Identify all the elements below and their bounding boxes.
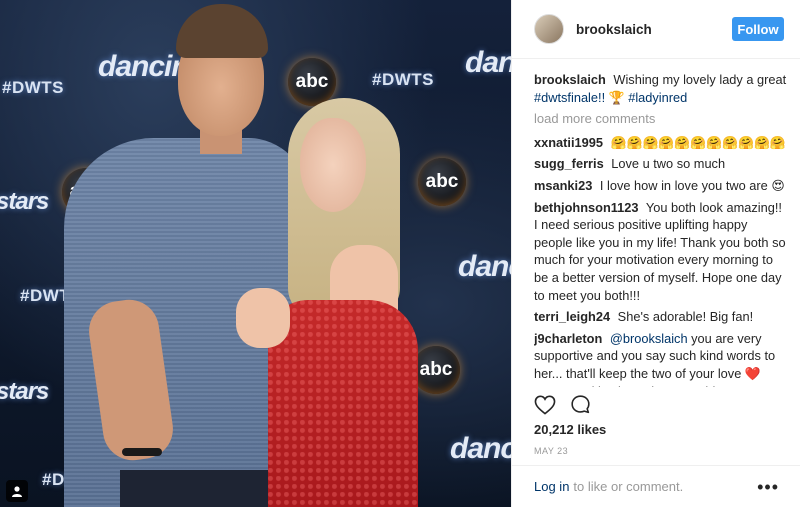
post-photo[interactable]: #DWTS #DWTS #DWTS #DWTS dancing dancing … <box>0 0 511 507</box>
backdrop-logo-text: dancing <box>450 432 511 465</box>
abc-logo: abc <box>412 346 460 394</box>
comment-item: msanki23 I love how in love you two are … <box>534 177 788 195</box>
comment-icon[interactable] <box>570 394 591 420</box>
comment-username[interactable]: bethjohnson1123 <box>534 200 639 215</box>
caption: brookslaich Wishing my lovely lady a gre… <box>534 71 788 106</box>
login-prompt-text: to like or comment. <box>573 479 684 494</box>
post-header: brookslaich Follow <box>512 0 800 59</box>
comment-text: She's adorable! Big fan! <box>617 309 754 325</box>
comment-username[interactable]: msanki23 <box>534 178 592 193</box>
abc-logo: abc <box>418 158 466 206</box>
comment-item: terri_leigh24 She's adorable! Big fan! <box>534 308 788 326</box>
login-link[interactable]: Log in <box>534 479 569 494</box>
header-username[interactable]: brookslaich <box>576 22 732 37</box>
more-options-icon[interactable]: ••• <box>757 478 779 496</box>
post-side-panel: brookslaich Follow brookslaich Wishing m… <box>511 0 800 507</box>
comment-username[interactable]: xxnatii1995 <box>534 135 603 150</box>
backdrop-hashtag: #DWTS <box>2 78 64 97</box>
comment-text: You both look amazing!! I need serious p… <box>534 199 786 303</box>
caption-text: Wishing my lovely lady a great <box>613 72 787 87</box>
backdrop-logo-text: stars <box>0 188 49 215</box>
hashtag-link[interactable]: #ladyinred <box>628 90 687 105</box>
comment-username[interactable]: terri_leigh24 <box>534 309 610 324</box>
trophy-emoji: 🏆 <box>608 89 625 105</box>
caption-username[interactable]: brookslaich <box>534 72 606 87</box>
hashtag-link[interactable]: #dwtsfinale!! <box>534 90 605 105</box>
comment-item: j9charleton @brookslaich you are very su… <box>534 330 788 387</box>
backdrop-logo-text: stars <box>0 378 49 405</box>
comment-text: 🤗🤗🤗🤗🤗🤗🤗🤗🤗🤗🤗 <box>610 134 786 150</box>
heart-icon[interactable] <box>534 395 556 420</box>
user-tag-icon[interactable] <box>6 480 28 502</box>
comment-text: I love how in love you two are 😍 <box>599 177 785 193</box>
comment-item: bethjohnson1123 You both look amazing!! … <box>534 199 788 305</box>
load-more-comments-link[interactable]: load more comments <box>534 110 788 128</box>
backdrop-logo-text: dancing <box>465 46 511 79</box>
woman-hand <box>236 288 290 348</box>
woman-face <box>300 118 366 212</box>
backdrop-hashtag: #DWTS <box>372 70 434 89</box>
likes-count[interactable]: 20,212 likes <box>534 422 606 437</box>
comment-item: xxnatii1995 🤗🤗🤗🤗🤗🤗🤗🤗🤗🤗🤗 <box>534 134 788 152</box>
backdrop-logo-text: dancing <box>458 250 511 283</box>
abc-logo: abc <box>288 58 336 106</box>
post-actions <box>534 395 788 419</box>
comments-list: brookslaich Wishing my lovely lady a gre… <box>534 71 788 387</box>
follow-button[interactable]: Follow <box>732 17 784 41</box>
comment-item: sugg_ferris Love u two so much <box>534 155 788 173</box>
comment-username[interactable]: sugg_ferris <box>534 156 604 171</box>
comment-text: Love u two so much <box>611 156 726 172</box>
post-date: MAY 23 <box>534 446 569 456</box>
woman-red-dress <box>268 300 418 507</box>
avatar[interactable] <box>534 14 564 44</box>
mention-link[interactable]: @brookslaich <box>610 331 688 346</box>
man-pants <box>120 470 270 507</box>
comment-username[interactable]: j9charleton <box>534 331 602 346</box>
bracelet <box>122 448 162 456</box>
login-footer: Log in to like or comment. ••• <box>512 465 800 507</box>
